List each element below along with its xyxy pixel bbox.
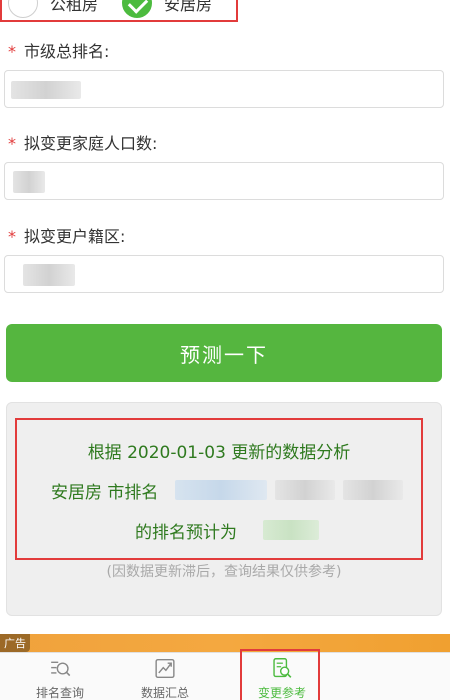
tab-label: 数据汇总 bbox=[140, 686, 189, 700]
radio-label: 安居房 bbox=[164, 0, 213, 14]
required-mark: * bbox=[8, 227, 16, 246]
redacted-rank bbox=[275, 480, 335, 500]
field-label-text: 拟变更家庭人口数: bbox=[24, 134, 158, 153]
redacted-rank bbox=[175, 480, 267, 500]
result-line-update-date: 根据 2020-01-03 更新的数据分析 bbox=[87, 443, 351, 463]
city-rank-input[interactable] bbox=[4, 70, 444, 108]
tab-rank-query[interactable]: 排名查询 bbox=[0, 653, 120, 700]
result-line-predicted-rank: 的排名预计为 bbox=[17, 518, 421, 543]
required-mark: * bbox=[8, 134, 16, 153]
redacted-value bbox=[13, 171, 45, 193]
city-rank-label: * 市级总排名: bbox=[8, 38, 109, 62]
tab-label: 排名查询 bbox=[35, 686, 84, 700]
redacted-rank bbox=[343, 480, 403, 500]
result-panel: 根据 2020-01-03 更新的数据分析 安居房 市排名 的排名预计为 (因数… bbox=[6, 402, 442, 616]
bottom-tab-bar: 排名查询 数据汇总 变更参考 bbox=[0, 649, 450, 700]
radio-public-rental[interactable]: 公租房 bbox=[8, 0, 98, 18]
radio-label: 公租房 bbox=[50, 0, 99, 14]
result-highlight-box: 根据 2020-01-03 更新的数据分析 安居房 市排名 的排名预计为 bbox=[15, 418, 423, 560]
redacted-predicted-rank bbox=[263, 520, 319, 540]
check-circle-icon bbox=[122, 0, 152, 18]
housing-type-radio-group: 公租房 安居房 bbox=[0, 0, 238, 22]
ad-tag: 广告 bbox=[0, 634, 30, 652]
redacted-value bbox=[11, 81, 81, 99]
result-rank-prefix: 安居房 市排名 bbox=[51, 483, 159, 503]
page: 公租房 安居房 * 市级总排名: * 拟变更家庭人口数: * 拟变更户籍区: 预测一下… bbox=[0, 0, 450, 700]
search-list-icon bbox=[51, 661, 71, 677]
result-predicted-prefix: 的排名预计为 bbox=[135, 523, 237, 543]
predict-button[interactable]: 预测一下 bbox=[6, 324, 442, 382]
radio-circle-icon bbox=[8, 0, 38, 18]
radio-settled-housing[interactable]: 安居房 bbox=[122, 0, 212, 18]
family-size-label: * 拟变更家庭人口数: bbox=[8, 130, 157, 154]
disclaimer-note: (因数据更新滞后，查询结果仅供参考) bbox=[106, 564, 342, 580]
field-label-text: 市级总排名: bbox=[24, 42, 110, 61]
tab-data-summary[interactable]: 数据汇总 bbox=[105, 653, 225, 700]
household-district-label: * 拟变更户籍区: bbox=[8, 223, 125, 247]
active-tab-highlight-box bbox=[240, 649, 320, 700]
redacted-value bbox=[23, 264, 75, 286]
household-district-input[interactable] bbox=[4, 255, 444, 293]
ad-banner[interactable]: 广告 bbox=[0, 634, 450, 652]
field-label-text: 拟变更户籍区: bbox=[24, 227, 126, 246]
required-mark: * bbox=[8, 42, 16, 61]
chart-icon bbox=[155, 658, 175, 679]
family-size-input[interactable] bbox=[4, 162, 444, 200]
